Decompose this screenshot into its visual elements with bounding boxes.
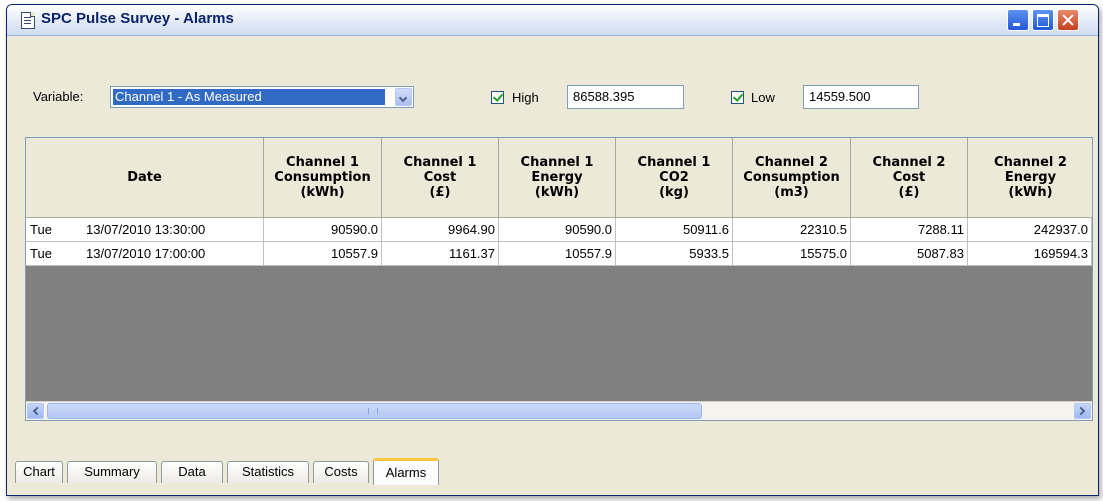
- variable-select[interactable]: Channel 1 - As Measured: [110, 86, 414, 108]
- variable-select-value: Channel 1 - As Measured: [113, 89, 385, 105]
- tab-statistics[interactable]: Statistics: [227, 461, 309, 483]
- maximize-button[interactable]: [1032, 9, 1054, 31]
- cell-ch2-energy[interactable]: 242937.0: [968, 218, 1092, 242]
- low-checkbox[interactable]: [731, 91, 744, 104]
- tab-alarms[interactable]: Alarms: [373, 458, 439, 485]
- tab-costs[interactable]: Costs: [313, 461, 369, 483]
- scroll-right-icon[interactable]: [1074, 403, 1091, 419]
- alarms-grid[interactable]: Date Channel 1 Consumption (kWh) Channel…: [25, 137, 1093, 421]
- tab-chart[interactable]: Chart: [15, 461, 63, 483]
- tab-summary[interactable]: Summary: [67, 461, 157, 483]
- row-day: Tue: [30, 222, 52, 237]
- cell-ch1-co2[interactable]: 50911.6: [616, 218, 733, 242]
- chevron-down-icon[interactable]: [395, 88, 412, 106]
- row-datetime: 13/07/2010 13:30:00: [86, 222, 206, 237]
- col-header-date[interactable]: Date: [26, 138, 264, 218]
- table-row[interactable]: Tue 13/07/2010 13:30:00 90590.0 9964.90 …: [26, 218, 1092, 242]
- close-button[interactable]: [1057, 9, 1079, 31]
- cell-ch1-energy[interactable]: 90590.0: [499, 218, 616, 242]
- variable-label: Variable:: [33, 89, 84, 104]
- cell-ch2-consumption[interactable]: 22310.5: [733, 218, 851, 242]
- high-value-input[interactable]: 86588.395: [567, 85, 684, 109]
- col-header-ch2-energy[interactable]: Channel 2 Energy (kWh): [968, 138, 1092, 218]
- col-header-ch2-consumption[interactable]: Channel 2 Consumption (m3): [733, 138, 851, 218]
- row-date-cell[interactable]: Tue 13/07/2010 17:00:00: [26, 242, 264, 266]
- col-header-ch2-cost[interactable]: Channel 2 Cost (£): [851, 138, 968, 218]
- table-row[interactable]: Tue 13/07/2010 17:00:00 10557.9 1161.37 …: [26, 242, 1092, 266]
- minimize-button[interactable]: [1007, 9, 1029, 31]
- low-label: Low: [751, 90, 775, 105]
- cell-ch1-energy[interactable]: 10557.9: [499, 242, 616, 266]
- row-date-cell[interactable]: Tue 13/07/2010 13:30:00: [26, 218, 264, 242]
- cell-ch1-co2[interactable]: 5933.5: [616, 242, 733, 266]
- col-header-ch1-cost[interactable]: Channel 1 Cost (£): [382, 138, 499, 218]
- high-label: High: [512, 90, 539, 105]
- low-value-input[interactable]: 14559.500: [803, 85, 919, 109]
- scrollbar-thumb[interactable]: [47, 403, 702, 419]
- cell-ch1-cost[interactable]: 9964.90: [382, 218, 499, 242]
- col-header-ch1-co2[interactable]: Channel 1 CO2 (kg): [616, 138, 733, 218]
- cell-ch1-consumption[interactable]: 10557.9: [264, 242, 382, 266]
- cell-ch2-consumption[interactable]: 15575.0: [733, 242, 851, 266]
- window-title: SPC Pulse Survey - Alarms: [41, 10, 234, 27]
- cell-ch2-cost[interactable]: 5087.83: [851, 242, 968, 266]
- cell-ch1-consumption[interactable]: 90590.0: [264, 218, 382, 242]
- title-bar[interactable]: SPC Pulse Survey - Alarms: [7, 5, 1098, 36]
- cell-ch2-energy[interactable]: 169594.3: [968, 242, 1092, 266]
- tab-data[interactable]: Data: [161, 461, 223, 483]
- horizontal-scrollbar[interactable]: [26, 401, 1092, 420]
- scroll-left-icon[interactable]: [27, 403, 44, 419]
- row-day: Tue: [30, 246, 52, 261]
- high-checkbox[interactable]: [491, 91, 504, 104]
- cell-ch1-cost[interactable]: 1161.37: [382, 242, 499, 266]
- alarms-window: SPC Pulse Survey - Alarms Variable: Chan…: [6, 4, 1099, 496]
- col-header-ch1-consumption[interactable]: Channel 1 Consumption (kWh): [264, 138, 382, 218]
- row-datetime: 13/07/2010 17:00:00: [86, 246, 206, 261]
- document-icon: [21, 12, 35, 29]
- col-header-ch1-energy[interactable]: Channel 1 Energy (kWh): [499, 138, 616, 218]
- cell-ch2-cost[interactable]: 7288.11: [851, 218, 968, 242]
